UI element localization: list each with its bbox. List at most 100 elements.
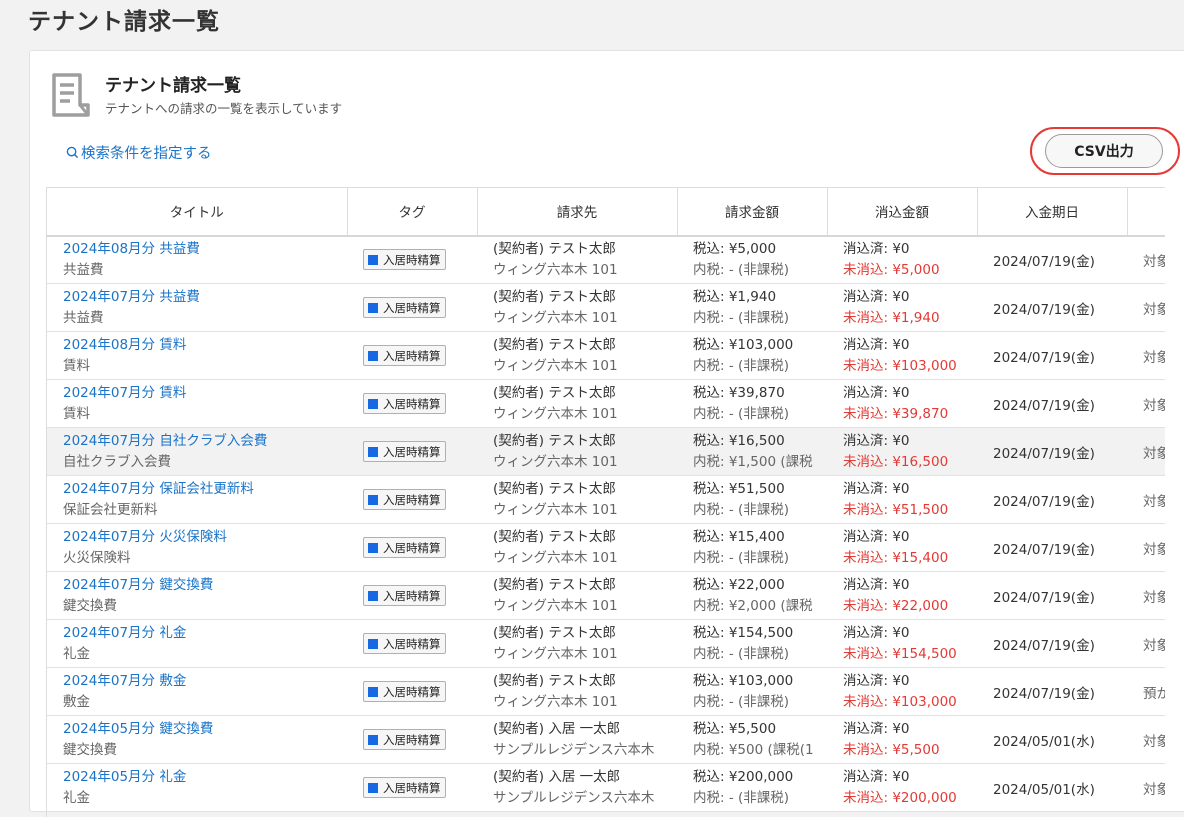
invoice-item-type: 共益費 [63, 261, 104, 278]
payer-name: (契約者) テスト太郎 [493, 384, 616, 401]
cell-due-date: 2024/07/19(金) [977, 523, 1127, 572]
cell-extra: 預か [1127, 667, 1165, 716]
tax-breakdown: 内税: ¥1,500 (課税 [693, 453, 813, 470]
cell-amount: 税込: ¥200,000 内税: - (非課税) [677, 763, 827, 812]
table-row[interactable]: 2024年07月分 共益費 共益費 入居時精算 (契約者) テスト太郎 ウィング六本木 … [47, 283, 1165, 332]
table-row[interactable]: 2024年07月分 賃料 賃料 入居時精算 (契約者) テスト太郎 ウィング六本木 10… [47, 379, 1165, 428]
tag-label: 入居時精算 [383, 300, 441, 315]
column-header-payer[interactable]: 請求先 [477, 187, 678, 237]
payer-name: (契約者) 入居 一太郎 [493, 720, 621, 737]
tag-label: 入居時精算 [383, 780, 441, 795]
invoice-title-link[interactable]: 2024年07月分 火災保険料 [63, 527, 347, 548]
cell-cleared: 消込済: ¥0 未消込: ¥5,500 [827, 715, 977, 764]
invoice-table-container: タイトル タグ 請求先 請求金額 消込金額 入金期日 2024年08月分 共益費… [46, 187, 1165, 817]
cleared-amount: 消込済: ¥0 [843, 336, 910, 353]
table-row[interactable]: 2024年07月分 礼金 礼金 入居時精算 (契約者) テスト太郎 ウィング六本木 10… [47, 619, 1165, 668]
cell-due-date: 2024/07/19(金) [977, 235, 1127, 284]
payer-name: (契約者) テスト太郎 [493, 288, 616, 305]
table-row[interactable]: 2024年07月分 敷金 敷金 入居時精算 (契約者) テスト太郎 ウィング六本木 10… [47, 667, 1165, 716]
invoice-title-link[interactable]: 2024年07月分 保証会社更新料 [63, 479, 347, 500]
table-row[interactable]: 2024年05月分 礼金 礼金 入居時精算 (契約者) 入居 一太郎 サンプルレジデンス… [47, 763, 1165, 812]
invoice-title-link[interactable]: 2024年07月分 自社クラブ入会費 [63, 431, 347, 452]
column-header-due-date[interactable]: 入金期日 [977, 187, 1128, 237]
cell-extra: 対象 [1127, 763, 1165, 812]
tag-label: 入居時精算 [383, 588, 441, 603]
table-row[interactable]: 2024年07月分 鍵交換費 鍵交換費 入居時精算 (契約者) テスト太郎 ウィング六本… [47, 571, 1165, 620]
invoice-item-type: 敷金 [63, 693, 90, 710]
tag-label: 入居時精算 [383, 732, 441, 747]
uncleared-amount: 未消込: ¥39,870 [843, 405, 949, 422]
search-conditions-link[interactable]: 検索条件を指定する [66, 142, 212, 163]
table-row[interactable]: 2024年05月分 鍵交換費 鍵交換費 入居時精算 (契約者) 入居 一太郎サンプルレ… [47, 715, 1165, 764]
invoice-title-link[interactable]: 2024年05月分 礼金 [63, 767, 347, 788]
amount-incl-tax: 税込: ¥1,940 [693, 288, 777, 305]
invoice-title-link[interactable]: 2024年08月分 賃料 [63, 335, 347, 356]
cell-amount: 税込: ¥15,400 内税: - (非課税) [677, 523, 827, 572]
cell-amount: 税込: ¥5,500 内税: ¥500 (課税(1 [677, 715, 827, 764]
tax-breakdown: 内税: - (非課税) [693, 501, 790, 518]
cell-due-date: 2024/07/19(金) [977, 427, 1127, 476]
cell-extra: 対象 [1127, 283, 1165, 332]
tag-color-square-icon [368, 638, 378, 649]
column-header-title[interactable]: タイトル [47, 187, 348, 237]
tax-breakdown: 内税: - (非課税) [693, 693, 790, 710]
table-row[interactable]: 2024年07月分 自社クラブ入会費 自社クラブ入会費 入居時精算 (契約者) テスト… [47, 427, 1165, 476]
uncleared-amount: 未消込: ¥15,400 [843, 549, 949, 566]
invoice-item-type: 鍵交換費 [63, 741, 117, 758]
payer-name: (契約者) テスト太郎 [493, 336, 616, 353]
amount-incl-tax: 税込: ¥103,000 [693, 672, 794, 689]
amount-incl-tax: 税込: ¥154,500 [693, 624, 794, 641]
payer-name: (契約者) テスト太郎 [493, 432, 616, 449]
table-row[interactable]: 2024年08月分 賃料 賃料 入居時精算 (契約者) テスト太郎 ウィング六本木 10… [47, 331, 1165, 380]
property-name: ウィング六本木 101 [493, 453, 618, 470]
cell-tag: 入居時精算 [347, 475, 477, 524]
invoice-title-link[interactable]: 2024年07月分 賃料 [63, 383, 347, 404]
cell-tag: 入居時精算 [347, 571, 477, 620]
invoice-title-link[interactable]: 2024年05月分 鍵交換費 [63, 719, 347, 740]
tag-color-square-icon [368, 350, 378, 361]
amount-incl-tax: 税込: ¥5,500 [693, 720, 777, 737]
cell-amount: 税込: ¥5,000 内税: - (非課税) [677, 235, 827, 284]
cell-amount: 税込: ¥22,000 内税: ¥2,000 (課税 [677, 571, 827, 620]
invoice-title-link[interactable]: 2024年07月分 敷金 [63, 671, 347, 692]
amount-incl-tax: 税込: ¥103,000 [693, 336, 794, 353]
cell-payer: (契約者) テスト太郎 ウィング六本木 101 [477, 571, 677, 620]
csv-export-button[interactable]: CSV出力 [1045, 134, 1163, 168]
property-name: サンプルレジデンス六本木 [493, 789, 655, 806]
tag-badge: 入居時精算 [363, 489, 446, 510]
cleared-amount: 消込済: ¥0 [843, 672, 910, 689]
cell-title: 2024年07月分 自社クラブ入会費 自社クラブ入会費 [47, 427, 347, 476]
property-name: サンプルレジデンス六本木 [493, 741, 655, 758]
cell-cleared: 消込済: ¥0 未消込: ¥1,940 [827, 283, 977, 332]
cell-cleared: 消込済: ¥0 未消込: ¥103,000 [827, 667, 977, 716]
tag-label: 入居時精算 [383, 636, 441, 651]
table-row[interactable]: 2024年07月分 保証会社更新料 保証会社更新料 入居時精算 (契約者) テスト太郎… [47, 475, 1165, 524]
uncleared-amount: 未消込: ¥103,000 [843, 693, 957, 710]
search-conditions-label: 検索条件を指定する [81, 146, 212, 162]
cell-amount: 税込: ¥39,870 内税: - (非課税) [677, 379, 827, 428]
invoice-title-link[interactable]: 2024年07月分 鍵交換費 [63, 575, 347, 596]
payer-name: (契約者) テスト太郎 [493, 672, 616, 689]
tag-label: 入居時精算 [383, 492, 441, 507]
invoice-title-link[interactable]: 2024年07月分 礼金 [63, 623, 347, 644]
tag-badge: 入居時精算 [363, 393, 446, 414]
uncleared-amount: 未消込: ¥200,000 [843, 789, 957, 806]
tax-breakdown: 内税: - (非課税) [693, 549, 790, 566]
tag-badge: 入居時精算 [363, 441, 446, 462]
cleared-amount: 消込済: ¥0 [843, 240, 910, 257]
column-header-tag[interactable]: タグ [347, 187, 478, 237]
cell-payer: (契約者) テスト太郎 ウィング六本木 101 [477, 523, 677, 572]
table-row[interactable]: 2024年08月分 共益費 共益費 入居時精算 (契約者) テスト太郎 ウィング六本木 … [47, 235, 1165, 284]
cell-extra: 対象 [1127, 331, 1165, 380]
invoice-title-link[interactable]: 2024年07月分 共益費 [63, 287, 347, 308]
property-name: ウィング六本木 101 [493, 645, 618, 662]
table-row[interactable]: 2024年07月分 火災保険料 火災保険料 入居時精算 (契約者) テスト太郎 ウィング… [47, 523, 1165, 572]
column-header-amount[interactable]: 請求金額 [677, 187, 828, 237]
cell-due-date: 2024/05/01(水) [977, 763, 1127, 812]
cell-amount: 税込: ¥103,000 内税: - (非課税) [677, 331, 827, 380]
invoice-title-link[interactable]: 2024年08月分 共益費 [63, 239, 347, 260]
cell-amount: 税込: ¥51,500 内税: - (非課税) [677, 475, 827, 524]
invoice-item-type: 賃料 [63, 405, 90, 422]
column-header-cleared[interactable]: 消込金額 [827, 187, 978, 237]
column-header-extra[interactable] [1127, 187, 1165, 237]
